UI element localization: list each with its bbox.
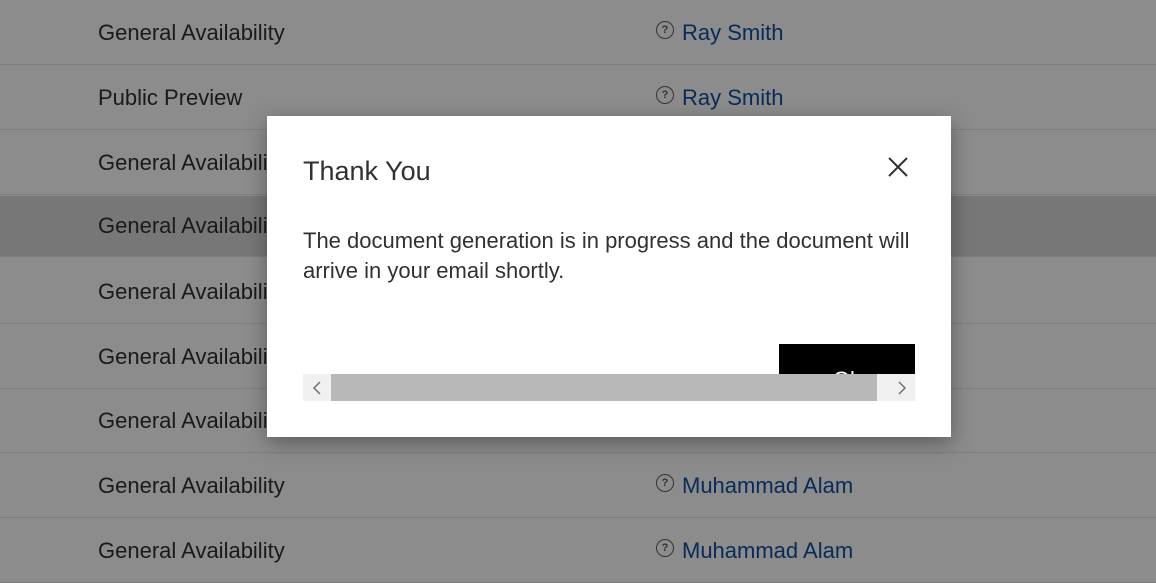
scroll-right-button[interactable]	[888, 374, 915, 401]
thank-you-dialog: Thank You The document generation is in …	[267, 116, 951, 437]
close-icon	[888, 157, 908, 177]
chevron-left-icon	[312, 380, 321, 395]
horizontal-scrollbar[interactable]	[303, 374, 915, 401]
dialog-footer: Ok	[303, 344, 915, 374]
scroll-left-button[interactable]	[303, 374, 330, 401]
close-button[interactable]	[883, 152, 913, 182]
ok-button[interactable]: Ok	[779, 344, 915, 374]
scrollbar-thumb[interactable]	[331, 374, 877, 401]
dialog-title: Thank You	[303, 156, 431, 186]
dialog-message: The document generation is in progress a…	[303, 228, 910, 283]
chevron-right-icon	[897, 380, 906, 395]
